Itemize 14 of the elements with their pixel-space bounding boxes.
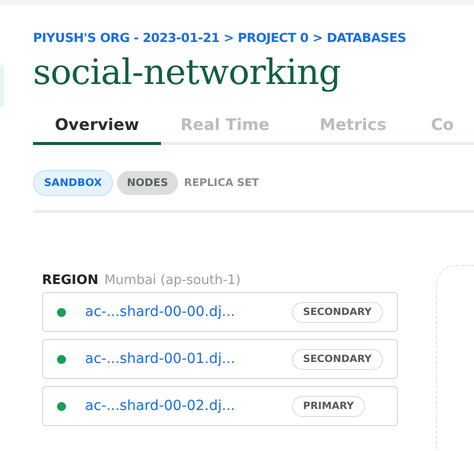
tag: NODES <box>116 171 178 195</box>
host-link[interactable]: ac-...shard-00-00.dj... <box>85 304 270 320</box>
region-label: REGION <box>42 273 98 288</box>
host-link[interactable]: ac-...shard-00-01.dj... <box>85 351 270 367</box>
tab[interactable]: Overview <box>33 109 161 145</box>
role-badge: SECONDARY <box>292 302 383 322</box>
region-value: Mumbai (ap-south-1) <box>104 273 241 288</box>
database-title: social-networking <box>33 53 342 93</box>
tag: SANDBOX <box>33 170 113 196</box>
breadcrumb-link[interactable]: PIYUSH'S ORG - 2023-01-21 > PROJECT 0 > DATABASES <box>33 30 474 45</box>
host-link[interactable]: ac-...shard-00-02.dj... <box>85 398 270 414</box>
tag: REPLICA SET <box>182 171 269 195</box>
role-badge: PRIMARY <box>292 396 365 416</box>
role-badge: SECONDARY <box>292 348 383 370</box>
